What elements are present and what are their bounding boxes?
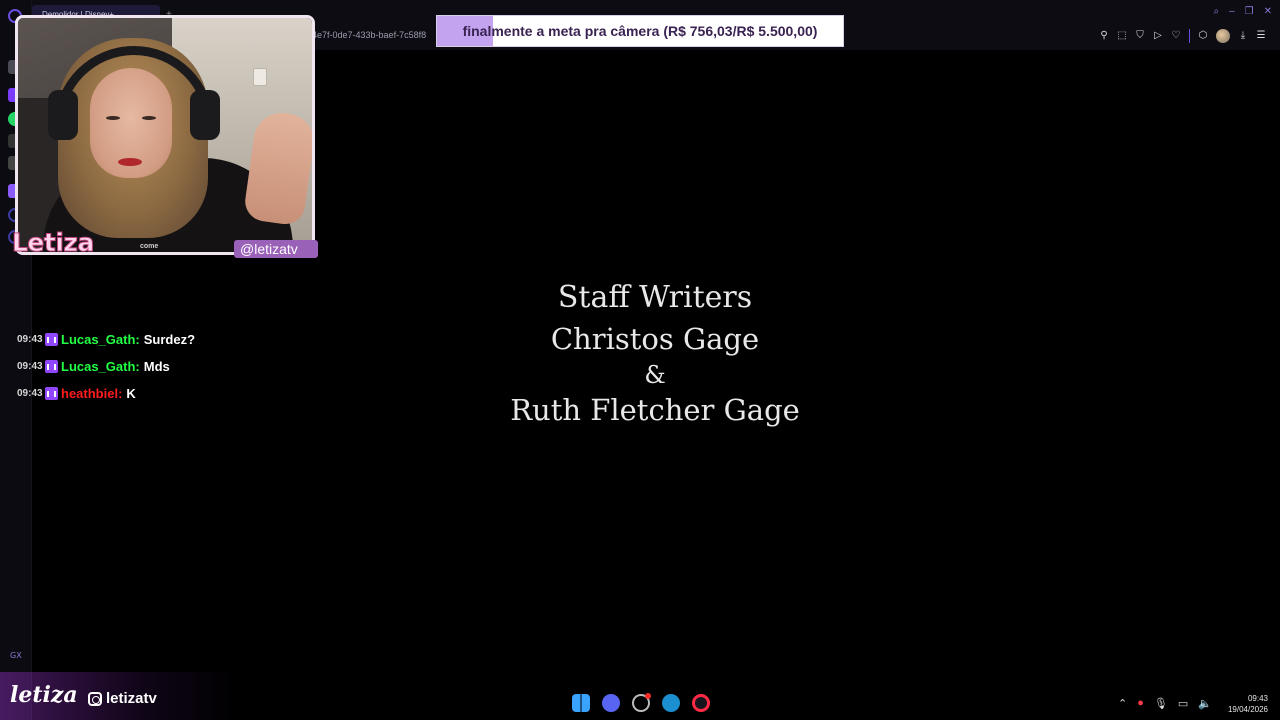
opera-tray-icon[interactable]: ● — [1137, 697, 1144, 710]
system-clock[interactable]: 09:43 19/04/2026 — [1228, 693, 1268, 715]
twitch-badge-icon — [45, 333, 58, 346]
minimize-icon[interactable]: – — [1229, 6, 1235, 17]
toolbar-divider — [1189, 29, 1190, 43]
chat-timestamp: 09:43 — [17, 361, 43, 372]
restore-icon[interactable]: ❐ — [1245, 6, 1254, 17]
goal-text: finalmente a meta pra câmera (R$ 756,03/… — [462, 23, 818, 39]
chat-username[interactable]: heathbiel: — [61, 386, 122, 401]
chat-timestamp: 09:43 — [17, 334, 43, 345]
pin-icon[interactable]: ⚲ — [1099, 31, 1109, 41]
shield-icon[interactable]: ⛉ — [1135, 31, 1145, 41]
chat-text: Mds — [143, 359, 170, 374]
windows-start-icon[interactable] — [572, 694, 590, 712]
chat-text: Surdez? — [143, 332, 196, 347]
menu-icon[interactable]: ☰ — [1256, 31, 1266, 41]
discord-icon[interactable] — [602, 694, 620, 712]
clock-date: 19/04/2026 — [1227, 705, 1268, 714]
avatar[interactable] — [1216, 29, 1230, 43]
credits-name: Ruth Fletcher Gage — [510, 393, 800, 427]
credits-heading: Staff Writers — [557, 280, 753, 315]
microphone-icon[interactable]: 🎙 — [1154, 697, 1168, 710]
steam-icon[interactable] — [662, 694, 680, 712]
chat-text: K — [126, 386, 136, 401]
streamer-name: Letiza — [12, 228, 95, 258]
speaker-icon[interactable]: 🔈 — [1198, 697, 1212, 710]
opera-gx-icon[interactable] — [692, 694, 710, 712]
chat-timestamp: 09:43 — [17, 388, 43, 399]
extensions-icon[interactable]: ⬡ — [1198, 31, 1208, 41]
close-icon[interactable]: ✕ — [1264, 6, 1272, 17]
headset-earcup — [48, 90, 78, 140]
search-icon[interactable]: ⌕ — [1213, 6, 1219, 17]
chat-message: 09:43 Lucas_Gath: Mds — [17, 353, 317, 380]
browser-toolbar: ⚲ ⬚ ⛉ ▷ ♡ ⬡ ⤓ ☰ — [1099, 29, 1266, 43]
heart-icon[interactable]: ♡ — [1171, 31, 1181, 41]
display-icon[interactable]: ▭ — [1178, 697, 1188, 710]
twitch-badge-icon — [45, 360, 58, 373]
download-icon[interactable]: ⤓ — [1238, 31, 1248, 41]
address-bar[interactable]: 4e7f-0de7-433b-baef-7c58f8 — [312, 30, 426, 40]
webcam-frame: come — [15, 15, 315, 255]
headset-earcup — [190, 90, 220, 140]
video-credits: Staff Writers Christos Gage & Ruth Fletc… — [440, 278, 870, 430]
twitch-badge-icon — [45, 387, 58, 400]
window-controls: ⌕ – ❐ ✕ — [1213, 6, 1272, 17]
chat-username[interactable]: Lucas_Gath: — [61, 359, 140, 374]
wall-outlet — [253, 68, 267, 86]
taskbar-apps — [572, 693, 710, 712]
chat-username[interactable]: Lucas_Gath: — [61, 332, 140, 347]
play-icon[interactable]: ▷ — [1153, 31, 1163, 41]
chevron-up-icon[interactable]: ⌃ — [1118, 697, 1127, 710]
webcam-person-lips — [118, 158, 142, 166]
credits-ampersand: & — [644, 361, 666, 389]
credits-name: Christos Gage — [550, 322, 760, 356]
snapshot-icon[interactable]: ⬚ — [1117, 31, 1127, 41]
chat-message: 09:43 heathbiel: K — [17, 380, 317, 407]
chat-message: 09:43 Lucas_Gath: Surdez? — [17, 326, 317, 353]
gx-label: GX — [10, 651, 22, 660]
shirt-text: come — [140, 243, 159, 250]
donation-goal-bar: finalmente a meta pra câmera (R$ 756,03/… — [436, 15, 844, 47]
streamer-handle: @letizatv — [234, 240, 318, 258]
system-tray: ⌃ ● 🎙 ▭ 🔈 — [1118, 697, 1212, 710]
clock-time: 09:43 — [1247, 694, 1268, 703]
chat-overlay: 09:43 Lucas_Gath: Surdez? 09:43 Lucas_Gath: M… — [17, 326, 317, 407]
chrome-icon[interactable] — [632, 693, 651, 712]
